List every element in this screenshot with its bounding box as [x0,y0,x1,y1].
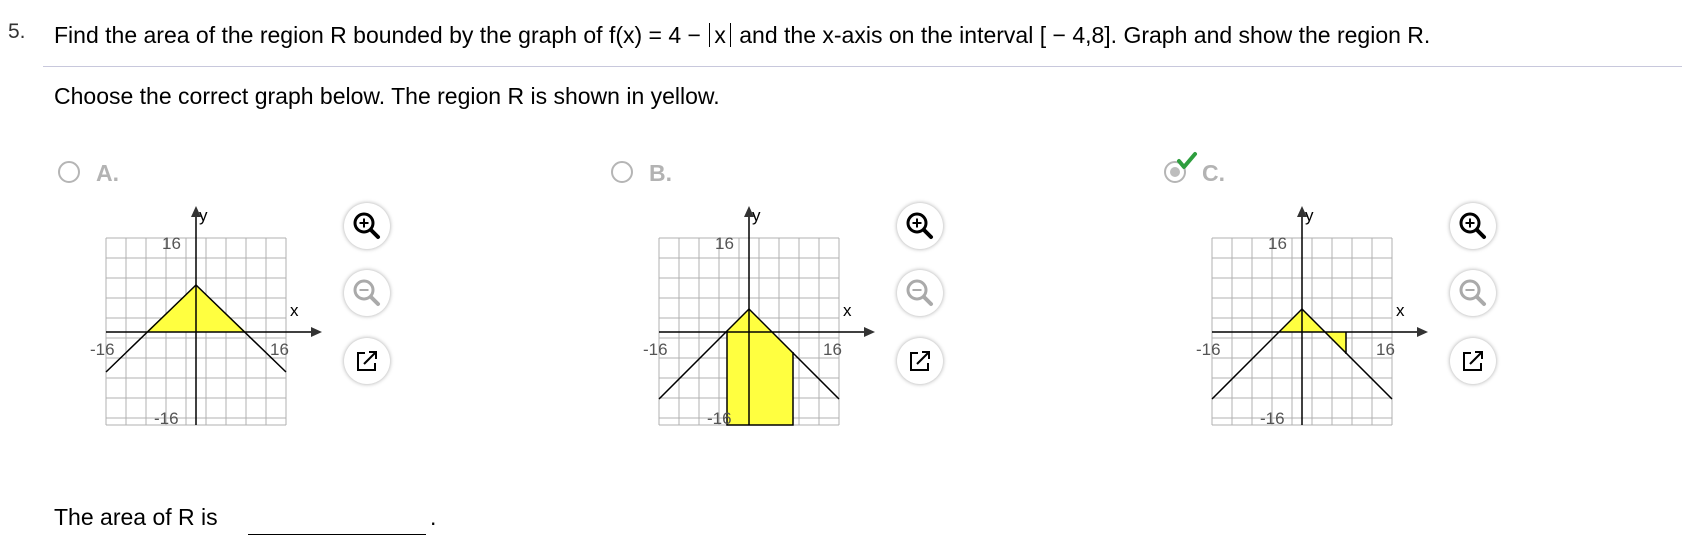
graph-b-x-arrow [864,327,875,337]
option-a-radio[interactable] [58,161,80,183]
popout-icon [1463,351,1483,371]
graph-b-tick-xmin: -16 [643,340,668,359]
checkmark-icon [1177,152,1197,169]
zoom-in-icon [1459,212,1486,239]
graph-b-tick-ymin: -16 [707,409,732,428]
abs-value-x: x [709,23,731,47]
popout-button-a[interactable] [344,338,390,384]
graph-c-tick-ymin: -16 [1260,409,1285,428]
graph-b-region [727,309,793,425]
graph-c-x-label: x [1396,301,1405,320]
graph-c-tick-xmax: 16 [1376,340,1395,359]
option-b-radio[interactable] [611,161,633,183]
zoom-out-icon [1459,279,1486,306]
divider [43,66,1682,67]
graph-c-y-label: y [1305,206,1314,225]
popout-icon [357,351,377,371]
graph-b: y x 16 -16 -16 16 [643,206,875,428]
question-text-part2: and the x-axis on the interval [ − 4,8].… [739,22,1431,48]
graph-c: y x 16 -16 -16 16 [1196,206,1428,428]
instruction: Choose the correct graph below. The regi… [54,83,720,109]
graph-b-x-label: x [843,301,852,320]
zoom-in-icon [906,212,933,239]
graph-a-tick-ymin: -16 [154,409,179,428]
graph-a-x-label: x [290,301,299,320]
zoom-out-button-a[interactable] [344,270,390,316]
zoom-out-button-b[interactable] [897,270,943,316]
graph-a: y x 16 -16 -16 16 [90,206,322,428]
zoom-out-button-c[interactable] [1450,270,1496,316]
graph-c-x-arrow [1417,327,1428,337]
zoom-out-icon [906,279,933,306]
zoom-in-button-a[interactable] [344,203,390,249]
graph-b-tick-ymax: 16 [715,234,734,253]
graph-c-tick-xmin: -16 [1196,340,1221,359]
option-b-label: B. [649,160,672,186]
popout-button-c[interactable] [1450,338,1496,384]
popout-icon [910,351,930,371]
zoom-in-button-c[interactable] [1450,203,1496,249]
area-answer-input[interactable] [248,504,426,535]
zoom-out-icon [353,279,380,306]
graph-b-tick-xmax: 16 [823,340,842,359]
option-c-label: C. [1202,160,1225,186]
question-text: Find the area of the region R bounded by… [54,22,1430,49]
zoom-in-icon [353,212,380,239]
graph-a-x-arrow [311,327,322,337]
graph-a-tick-xmax: 16 [270,340,289,359]
option-a-label: A. [96,160,119,186]
graph-a-tick-ymax: 16 [162,234,181,253]
graph-b-y-label: y [752,206,761,225]
graph-a-tick-xmin: -16 [90,340,115,359]
answer-label: The area of R is [54,504,218,530]
zoom-in-button-b[interactable] [897,203,943,249]
graph-a-y-label: y [199,206,208,225]
question-number: 5. [8,20,26,43]
graph-c-tick-ymax: 16 [1268,234,1287,253]
answer-period: . [430,504,437,530]
popout-button-b[interactable] [897,338,943,384]
question-text-part1: Find the area of the region R bounded by… [54,22,701,48]
